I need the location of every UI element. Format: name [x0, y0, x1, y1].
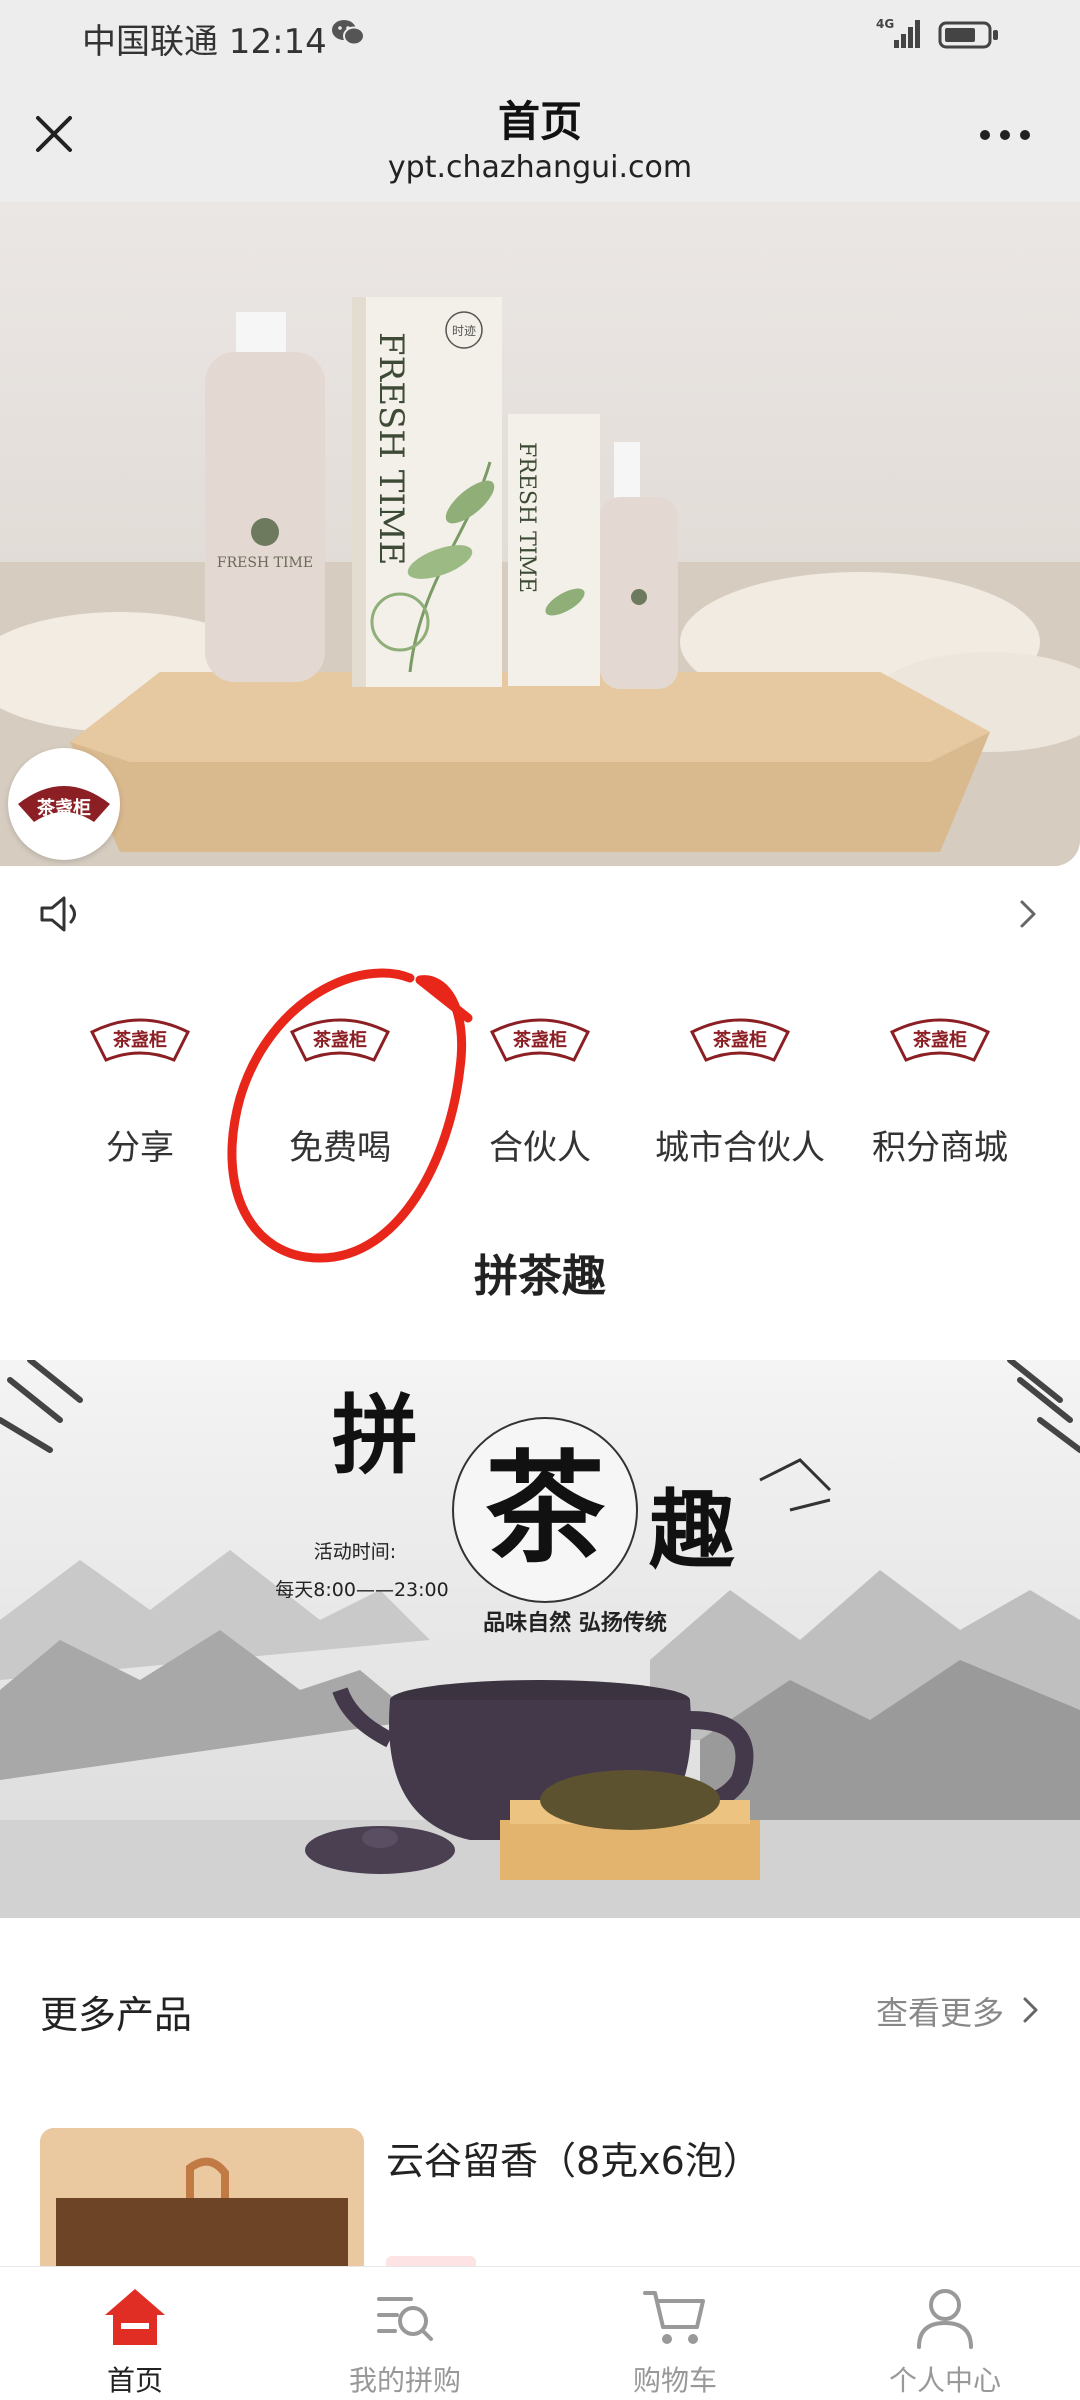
nav-logo-text: 茶盏柜 — [113, 1029, 167, 1051]
banner-time-label: 活动时间: — [314, 1541, 396, 1563]
banner-char-3: 趣 — [649, 1480, 735, 1581]
brand-fan-icon: 茶盏柜 — [489, 1018, 591, 1062]
brand-fan-icon: 茶盏柜 — [689, 1018, 791, 1062]
tab-my-group-buy[interactable]: 我的拼购 — [270, 2267, 540, 2400]
product-name[interactable]: 云谷留香（8克x6泡） — [386, 2130, 761, 2185]
nav-share[interactable]: 茶盏柜 分享 — [40, 1000, 240, 1180]
brand-fan-icon: 茶盏柜 — [89, 1018, 191, 1062]
nav-partner[interactable]: 茶盏柜 合伙人 — [440, 1000, 640, 1180]
banner-char-2: 茶 — [485, 1438, 606, 1579]
network-label: 4G — [876, 17, 894, 31]
hero-image: FRESH TIME FRESH TIME 时迹 FRESH TIME — [0, 202, 1080, 866]
nav-points-mall[interactable]: 茶盏柜 积分商城 — [840, 1000, 1040, 1180]
tab-label: 首页 — [106, 2364, 163, 2397]
brand-logo-text: 茶盏柜 — [37, 797, 91, 819]
more-products-title: 更多产品 — [40, 1993, 193, 2037]
page-url: ypt.chazhangui.com — [387, 150, 693, 185]
carrier-time: 中国联通 12:14 — [82, 22, 327, 62]
nav-free-drink[interactable]: 茶盏柜 免费喝 — [240, 1000, 440, 1180]
nav-label: 分享 — [106, 1128, 174, 1168]
nav-logo-text: 茶盏柜 — [713, 1029, 767, 1051]
tea-event-banner[interactable]: 拼 茶 趣 活动时间: 每天8:00——23:00 品味自然 弘扬传统 — [0, 1360, 1080, 1918]
tab-label: 个人中心 — [888, 2364, 1001, 2397]
chevron-right-icon[interactable] — [1020, 1992, 1042, 2028]
speaker-icon[interactable] — [38, 892, 86, 936]
nav-label: 积分商城 — [872, 1128, 1008, 1168]
brand-fan-icon: 茶盏柜 — [289, 1018, 391, 1062]
tab-label: 购物车 — [632, 2364, 717, 2397]
bottle-product-text: FRESH TIME — [217, 555, 313, 571]
tab-cart[interactable]: 购物车 — [540, 2267, 810, 2400]
small-box-product-text: FRESH TIME — [514, 442, 539, 593]
tab-label: 我的拼购 — [348, 2364, 461, 2397]
product-thumbnail — [40, 2128, 364, 2268]
brand-logo-icon: 茶盏柜 — [18, 786, 110, 822]
section-title: 拼茶趣 — [474, 1251, 606, 1302]
search-list-icon — [377, 2297, 433, 2341]
brand-fan-icon: 茶盏柜 — [889, 1018, 991, 1062]
banner-time-value: 每天8:00——23:00 — [275, 1579, 448, 1601]
hero-banner[interactable]: FRESH TIME FRESH TIME 时迹 FRESH TIME — [0, 202, 1080, 866]
browser-header: 中国联通 12:14 4G 首页 ypt.chazhangui.com — [0, 0, 1080, 202]
box-product-text: FRESH TIME — [371, 332, 411, 566]
wechat-icon — [332, 20, 365, 46]
home-icon — [105, 2289, 165, 2345]
more-options-icon[interactable] — [976, 118, 1034, 152]
product-image[interactable] — [40, 2128, 364, 2268]
banner-char-1: 拼 — [332, 1385, 418, 1486]
box-brand-mark: 时迹 — [452, 324, 476, 338]
nav-label: 城市合伙人 — [655, 1128, 825, 1168]
nav-logo-text: 茶盏柜 — [313, 1029, 367, 1051]
nav-label: 合伙人 — [489, 1128, 591, 1168]
banner-slogan: 品味自然 弘扬传统 — [483, 1610, 667, 1636]
nav-label: 免费喝 — [289, 1128, 391, 1168]
nav-city-partner[interactable]: 茶盏柜 城市合伙人 — [640, 1000, 840, 1180]
signal-icon: 4G — [876, 17, 920, 48]
view-more-link[interactable]: 查看更多 — [876, 1988, 1004, 2034]
user-icon — [917, 2289, 973, 2349]
status-bar: 中国联通 12:14 4G — [0, 0, 1080, 72]
bottom-tab-bar: 首页 我的拼购 购物车 个人中心 — [0, 2266, 1080, 2400]
brand-logo-badge: 茶盏柜 — [8, 748, 120, 860]
page-title: 首页 — [497, 97, 582, 146]
chevron-right-icon[interactable] — [1014, 896, 1042, 932]
cart-icon — [643, 2291, 705, 2344]
nav-logo-text: 茶盏柜 — [913, 1029, 967, 1051]
tab-profile[interactable]: 个人中心 — [810, 2267, 1080, 2400]
tea-banner-image: 拼 茶 趣 活动时间: 每天8:00——23:00 品味自然 弘扬传统 — [0, 1360, 1080, 1918]
nav-logo-text: 茶盏柜 — [513, 1029, 567, 1051]
battery-icon — [938, 21, 998, 49]
tab-home[interactable]: 首页 — [0, 2267, 270, 2400]
